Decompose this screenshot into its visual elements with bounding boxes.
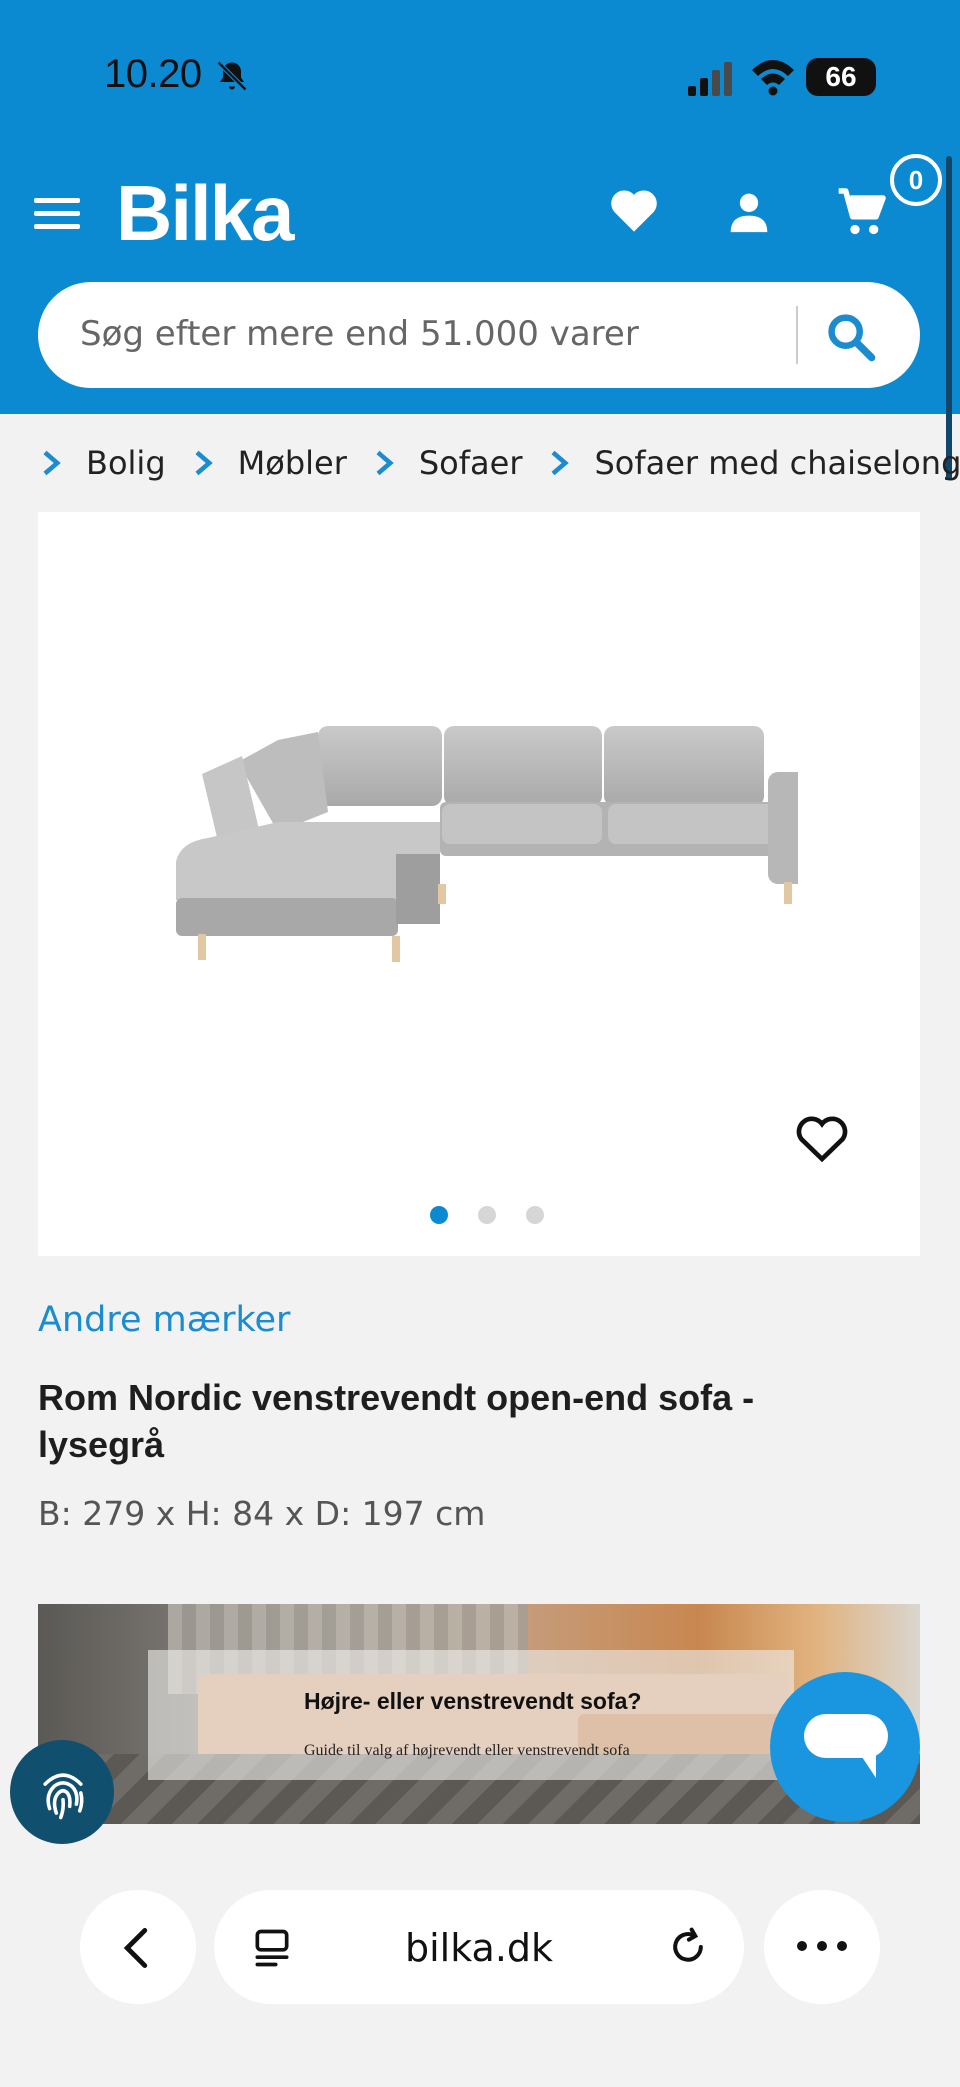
chevron-right-icon	[43, 450, 61, 476]
promo-title: Højre- eller venstrevendt sofa?	[304, 1688, 642, 1714]
url-text[interactable]: bilka.dk	[214, 1926, 744, 1970]
breadcrumb-item-bolig[interactable]: Bolig	[40, 444, 166, 482]
more-icon	[797, 1941, 847, 1951]
promo-subtitle: Guide til valg af højrevendt eller venst…	[304, 1742, 630, 1759]
chat-icon	[804, 1714, 888, 1778]
chat-button[interactable]	[770, 1672, 920, 1822]
logo[interactable]: Bilka	[116, 168, 294, 259]
search-bar[interactable]	[38, 282, 920, 388]
breadcrumb-label: Bolig	[86, 444, 166, 482]
breadcrumb: Bolig Møbler Sofaer Sofaer med chaiselon…	[40, 440, 960, 486]
browser-toolbar: bilka.dk	[0, 1852, 960, 2087]
favorite-heart-icon[interactable]	[794, 1112, 850, 1164]
breadcrumb-label: Sofaer med chaiselong	[594, 444, 960, 482]
product-title: Rom Nordic venstrevendt open-end sofa - …	[38, 1377, 755, 1465]
scrollbar[interactable]	[946, 156, 952, 480]
user-icon[interactable]	[726, 190, 772, 234]
reload-icon[interactable]	[666, 1924, 710, 1970]
search-divider	[796, 306, 798, 364]
signal-icon	[688, 62, 732, 96]
product-gallery[interactable]	[38, 512, 920, 1256]
gallery-pagination	[430, 1206, 574, 1224]
heart-icon[interactable]	[608, 186, 660, 234]
breadcrumb-item-mobler[interactable]: Møbler	[192, 444, 347, 482]
chevron-right-icon	[376, 450, 394, 476]
fingerprint-button[interactable]	[10, 1740, 114, 1844]
breadcrumb-label: Sofaer	[418, 444, 523, 482]
product-image[interactable]	[168, 722, 798, 1002]
battery-indicator: 66	[806, 58, 876, 96]
status-time: 10.20	[104, 52, 202, 96]
product-brand-link[interactable]: Andre mærker	[38, 1300, 290, 1340]
breadcrumb-item-chaiselong[interactable]: Sofaer med chaiselong	[548, 444, 960, 482]
gallery-dot[interactable]	[430, 1206, 448, 1224]
cart-count-badge[interactable]: 0	[890, 154, 942, 206]
breadcrumb-label: Møbler	[237, 444, 347, 482]
search-input[interactable]	[80, 304, 800, 364]
product-dimensions: B: 279 x H: 84 x D: 197 cm	[38, 1494, 486, 1533]
chevron-right-icon	[551, 450, 570, 476]
breadcrumb-item-sofaer[interactable]: Sofaer	[373, 444, 523, 482]
more-button[interactable]	[764, 1890, 880, 2004]
menu-icon[interactable]	[34, 198, 80, 230]
cart-icon[interactable]	[834, 184, 890, 240]
gallery-dot[interactable]	[478, 1206, 496, 1224]
search-icon[interactable]	[822, 310, 878, 362]
gallery-dot[interactable]	[526, 1206, 544, 1224]
fingerprint-icon	[43, 1773, 84, 1820]
bell-muted-icon	[216, 60, 248, 92]
chevron-right-icon	[195, 450, 213, 476]
wifi-icon	[752, 60, 794, 96]
address-bar[interactable]: bilka.dk	[214, 1890, 744, 2004]
chevron-left-icon	[123, 1927, 148, 1969]
promo-overlay	[148, 1650, 794, 1780]
back-button[interactable]	[80, 1890, 196, 2004]
app-header: 10.20 66 Bilka 0	[0, 0, 960, 414]
